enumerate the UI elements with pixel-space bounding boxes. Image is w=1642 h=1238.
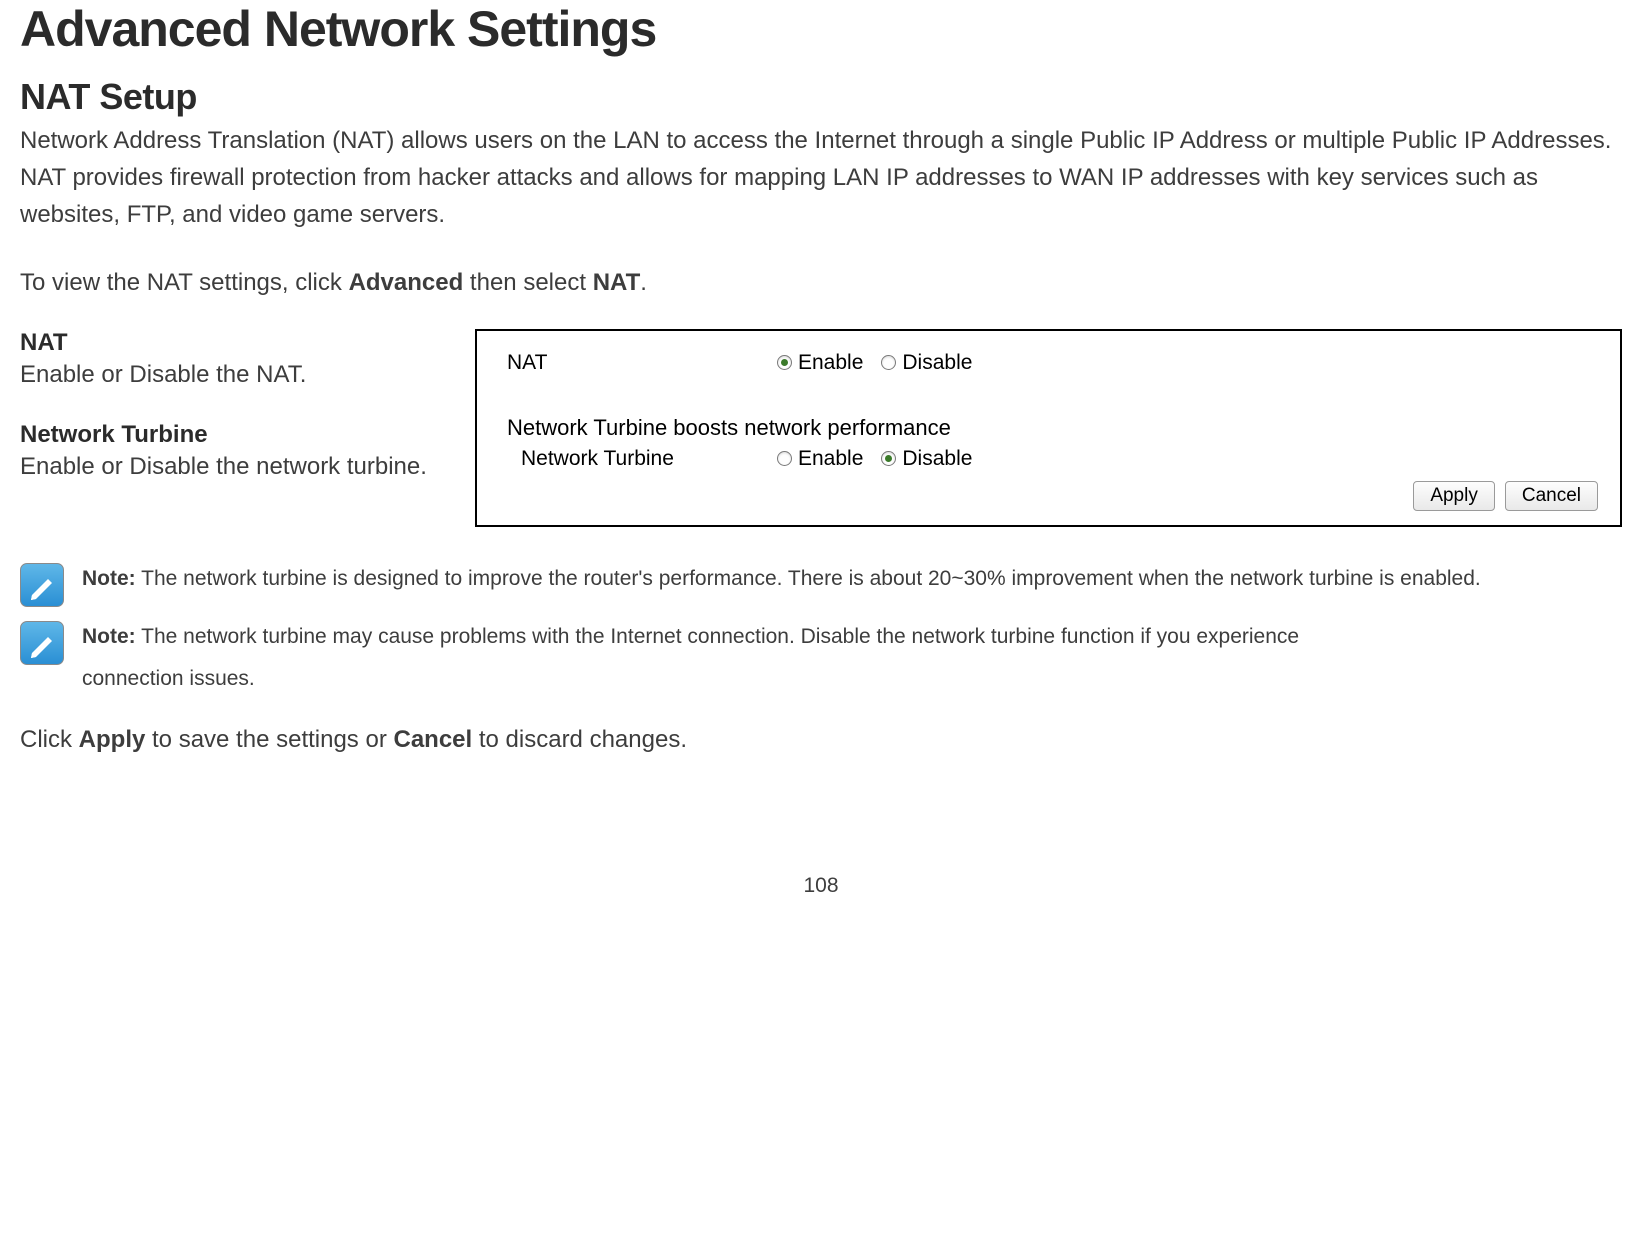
closing-mid: to save the settings or: [145, 726, 393, 753]
note-2: Note: The network turbine may cause prob…: [20, 621, 1622, 696]
note-icon: [20, 621, 64, 665]
setting-block-turbine: Network Turbine Enable or Disable the ne…: [20, 421, 455, 485]
nat-disable-radio[interactable]: Disable: [881, 351, 972, 375]
nat-panel-label: NAT: [507, 351, 777, 375]
closing-apply: Apply: [79, 726, 146, 753]
closing-line: Click Apply to save the settings or Canc…: [20, 726, 1622, 754]
cancel-button[interactable]: Cancel: [1505, 481, 1598, 511]
notes-section: Note: The network turbine is designed to…: [20, 563, 1622, 696]
note-1-text: Note: The network turbine is designed to…: [82, 563, 1481, 596]
closing-post: to discard changes.: [472, 726, 687, 753]
content-columns: NAT Enable or Disable the NAT. Network T…: [20, 329, 1622, 527]
turbine-enable-radio[interactable]: Enable: [777, 447, 863, 471]
instruction-bold-advanced: Advanced: [349, 269, 464, 296]
radio-selected-icon: [777, 355, 792, 370]
turbine-row: Network Turbine Enable Disable: [507, 447, 1598, 471]
turbine-panel-label: Network Turbine: [521, 447, 777, 471]
closing-cancel: Cancel: [393, 726, 472, 753]
radio-selected-icon: [881, 451, 896, 466]
page-number: 108: [20, 874, 1622, 898]
nat-row: NAT Enable Disable: [507, 351, 1598, 375]
note-1-bold: Note:: [82, 567, 136, 590]
apply-button[interactable]: Apply: [1413, 481, 1495, 511]
instruction-post: .: [640, 269, 647, 296]
intro-paragraph: Network Address Translation (NAT) allows…: [20, 122, 1622, 234]
turbine-title: Network Turbine: [20, 421, 455, 449]
section-title: NAT Setup: [20, 76, 1622, 118]
closing-pre: Click: [20, 726, 79, 753]
nat-title: NAT: [20, 329, 455, 357]
turbine-disable-label: Disable: [902, 447, 972, 471]
nat-enable-radio[interactable]: Enable: [777, 351, 863, 375]
turbine-header: Network Turbine boosts network performan…: [507, 415, 1598, 441]
nat-enable-label: Enable: [798, 351, 863, 375]
instruction-pre: To view the NAT settings, click: [20, 269, 349, 296]
note-1: Note: The network turbine is designed to…: [20, 563, 1622, 607]
instruction-bold-nat: NAT: [593, 269, 641, 296]
settings-descriptions: NAT Enable or Disable the NAT. Network T…: [20, 329, 455, 527]
radio-unselected-icon: [881, 355, 896, 370]
turbine-enable-label: Enable: [798, 447, 863, 471]
turbine-disable-radio[interactable]: Disable: [881, 447, 972, 471]
radio-unselected-icon: [777, 451, 792, 466]
note-2-text: Note: The network turbine may cause prob…: [82, 621, 1299, 696]
instruction-mid: then select: [463, 269, 592, 296]
instruction-line: To view the NAT settings, click Advanced…: [20, 264, 1622, 301]
note-1-body: The network turbine is designed to impro…: [136, 567, 1481, 590]
note-2-body-b: connection issues.: [82, 663, 1299, 696]
note-icon: [20, 563, 64, 607]
nat-desc: Enable or Disable the NAT.: [20, 357, 455, 393]
pencil-icon: [28, 571, 58, 601]
router-settings-panel: NAT Enable Disable Network Turbine boost…: [475, 329, 1622, 527]
note-2-body-a: The network turbine may cause problems w…: [136, 625, 1299, 648]
nat-disable-label: Disable: [902, 351, 972, 375]
panel-buttons: Apply Cancel: [507, 481, 1598, 511]
pencil-icon: [28, 629, 58, 659]
page-title: Advanced Network Settings: [20, 0, 1622, 58]
turbine-desc: Enable or Disable the network turbine.: [20, 449, 455, 485]
setting-block-nat: NAT Enable or Disable the NAT.: [20, 329, 455, 393]
note-2-bold: Note:: [82, 625, 136, 648]
